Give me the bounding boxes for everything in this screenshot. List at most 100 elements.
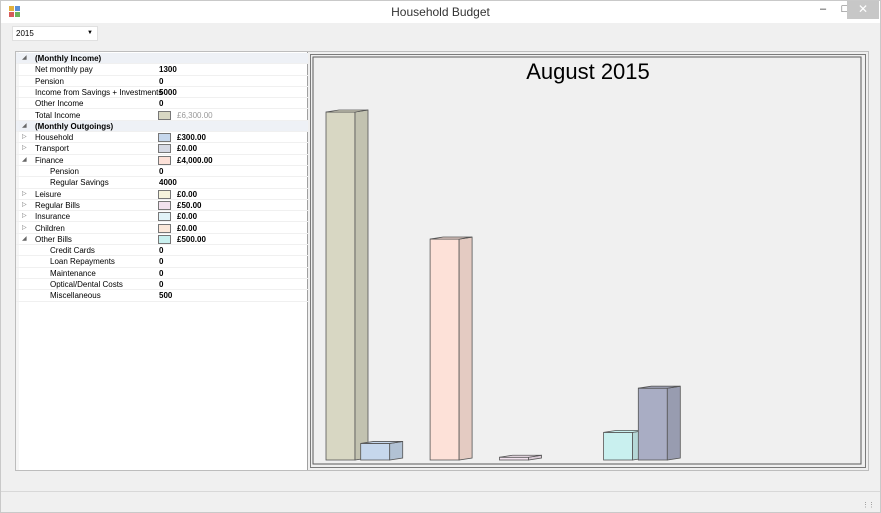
- grid-row-value[interactable]: £50.00: [177, 200, 201, 211]
- color-swatch: [158, 234, 171, 244]
- resize-grip-icon[interactable]: ⋮⋮: [862, 501, 875, 509]
- app-window: Household Budget – □ ✕ 2015 ▼ ◢ (Monthly …: [0, 0, 881, 513]
- color-swatch: [158, 189, 171, 199]
- chart-bar-side: [458, 236, 473, 461]
- chart-bar: [360, 440, 404, 461]
- grid-property-row[interactable]: Optical/Dental Costs 0: [16, 279, 308, 291]
- chart-bar-front: [360, 443, 391, 461]
- color-swatch: [158, 133, 171, 143]
- color-swatch: [158, 144, 171, 154]
- grid-row-value[interactable]: £0.00: [177, 211, 197, 222]
- expand-icon[interactable]: ▷: [22, 200, 30, 211]
- grid-property-row[interactable]: Pension 0: [16, 76, 308, 87]
- grid-property-row[interactable]: Income from Savings + Investments 5000: [16, 87, 308, 99]
- grid-row-value[interactable]: 1300: [159, 64, 177, 75]
- grid-row-label: Household: [35, 133, 74, 143]
- grid-property-row[interactable]: Loan Repayments 0: [16, 256, 308, 268]
- grid-row-label: Other Bills: [35, 234, 72, 244]
- collapse-icon[interactable]: ◢: [22, 155, 30, 166]
- title-bar: Household Budget – □ ✕: [1, 1, 880, 23]
- grid-property-row[interactable]: Other Income 0: [16, 98, 308, 110]
- grid-row-label: Finance: [35, 155, 64, 165]
- close-button[interactable]: ✕: [847, 1, 879, 19]
- grid-property-row[interactable]: ◢ Finance £4,000.00: [16, 155, 308, 166]
- grid-row-value[interactable]: 0: [159, 76, 163, 87]
- expand-icon[interactable]: ▷: [22, 132, 30, 143]
- grid-row-value[interactable]: £0.00: [177, 143, 197, 154]
- grid-row-label: Income from Savings + Investments: [35, 87, 163, 97]
- grid-row-label: Other Income: [35, 99, 84, 109]
- chevron-down-icon: ▼: [87, 30, 93, 36]
- minimize-button[interactable]: –: [811, 1, 835, 19]
- chart-bar-front: [499, 456, 529, 461]
- chart-bar-front: [429, 238, 460, 461]
- grid-row-value[interactable]: 500: [159, 290, 172, 301]
- grid-row-label: Miscellaneous: [50, 291, 101, 301]
- grid-property-row[interactable]: ◢ Other Bills £500.00: [16, 234, 308, 246]
- grid-row-label: Pension: [35, 76, 64, 86]
- grid-row-label: Net monthly pay: [35, 65, 93, 75]
- grid-property-row[interactable]: Regular Savings 4000: [16, 177, 308, 189]
- grid-row-value[interactable]: £500.00: [177, 234, 206, 245]
- color-swatch: [158, 110, 171, 120]
- chart-title: August 2015: [526, 59, 650, 84]
- grid-property-row[interactable]: ▷ Insurance £0.00: [16, 211, 308, 223]
- grid-row-label: Regular Bills: [35, 200, 80, 210]
- grid-row-value[interactable]: £0.00: [177, 223, 197, 234]
- grid-row-label: Pension: [50, 167, 79, 176]
- grid-row-label: Regular Savings: [50, 178, 109, 188]
- grid-row-label: Insurance: [35, 212, 71, 222]
- grid-property-row[interactable]: ▷ Transport £0.00: [16, 143, 308, 155]
- grid-row-value: £6,300.00: [177, 110, 213, 120]
- year-dropdown-value: 2015: [16, 29, 34, 38]
- grid-category-row[interactable]: ◢ (Monthly Outgoings): [16, 120, 308, 133]
- grid-property-row[interactable]: ▷ Household £300.00: [16, 132, 308, 144]
- grid-property-row[interactable]: ▷ Leisure £0.00: [16, 189, 308, 200]
- grid-row-value[interactable]: 0: [159, 268, 163, 279]
- grid-property-row[interactable]: Net monthly pay 1300: [16, 64, 308, 76]
- chart-bar-front: [325, 111, 356, 461]
- color-swatch: [158, 212, 171, 222]
- chart-bar-side: [389, 440, 404, 461]
- expand-icon[interactable]: ▷: [22, 143, 30, 154]
- grid-property-row[interactable]: Maintenance 0: [16, 268, 308, 279]
- grid-property-row[interactable]: ▷ Children £0.00: [16, 223, 308, 234]
- collapse-icon[interactable]: ◢: [22, 53, 30, 64]
- grid-row-label: Optical/Dental Costs: [50, 280, 123, 289]
- expand-icon[interactable]: ▷: [22, 211, 30, 222]
- grid-row-value[interactable]: 0: [159, 279, 163, 290]
- chart-bar: [637, 385, 681, 461]
- grid-row-value[interactable]: £0.00: [177, 189, 197, 200]
- grid-row-value[interactable]: 0: [159, 245, 163, 256]
- plot-frame: [312, 56, 862, 465]
- collapse-icon[interactable]: ◢: [22, 121, 30, 132]
- grid-row-value[interactable]: 0: [159, 256, 163, 267]
- grid-row-value[interactable]: 4000: [159, 177, 177, 188]
- grid-property-row[interactable]: Credit Cards 0: [16, 245, 308, 257]
- grid-category-row[interactable]: ◢ (Monthly Income): [16, 53, 308, 65]
- grid-row-value[interactable]: £4,000.00: [177, 155, 213, 166]
- chart-bar-side: [666, 385, 681, 461]
- chart-bar-side: [354, 109, 369, 461]
- chart-bar-front: [603, 431, 634, 461]
- grid-row-label: Loan Repayments: [50, 257, 115, 267]
- color-swatch: [158, 223, 171, 233]
- color-swatch: [158, 200, 171, 210]
- grid-row-value[interactable]: £300.00: [177, 132, 206, 143]
- grid-property-row[interactable]: ▷ Regular Bills £50.00: [16, 200, 308, 212]
- grid-row-value[interactable]: 5000: [159, 87, 177, 98]
- grid-property-row[interactable]: Miscellaneous 500: [16, 290, 308, 302]
- main-panel: ◢ (Monthly Income) Net monthly pay 1300 Pens…: [15, 51, 869, 471]
- expand-icon[interactable]: ▷: [22, 223, 30, 234]
- chart-bar: [499, 454, 542, 461]
- expand-icon[interactable]: ▷: [22, 189, 30, 200]
- property-grid[interactable]: ◢ (Monthly Income) Net monthly pay 1300 Pens…: [16, 52, 308, 470]
- grid-row-value[interactable]: 0: [159, 98, 163, 109]
- collapse-icon[interactable]: ◢: [22, 234, 30, 245]
- grid-row-value[interactable]: 0: [159, 166, 163, 177]
- year-dropdown[interactable]: 2015 ▼: [12, 26, 98, 41]
- grid-property-row[interactable]: Total Income £6,300.00: [16, 110, 308, 121]
- grid-row-label: (Monthly Income): [35, 54, 102, 63]
- chart-bar-front: [637, 387, 668, 461]
- grid-property-row[interactable]: Pension 0: [16, 166, 308, 178]
